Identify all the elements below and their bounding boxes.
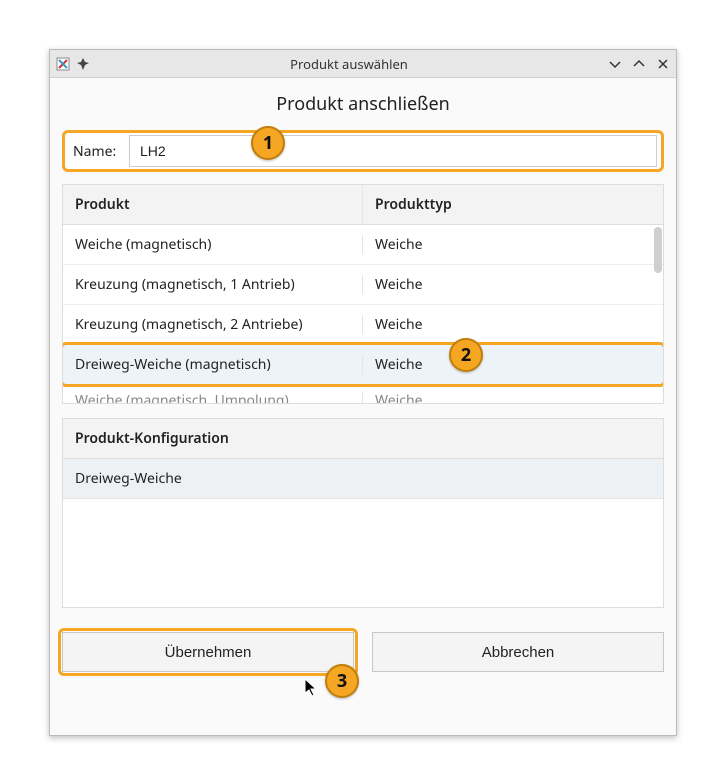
cell-product: Weiche (magnetisch) [63, 235, 363, 254]
close-icon[interactable] [656, 57, 670, 71]
minimize-icon[interactable] [608, 57, 622, 71]
cell-type: Weiche [363, 391, 663, 404]
config-header: Produkt-Konfiguration [63, 419, 663, 459]
name-input[interactable] [129, 135, 657, 167]
callout-1: 1 [251, 126, 285, 160]
mouse-cursor-icon [304, 678, 320, 698]
callout-3: 3 [325, 664, 359, 698]
cell-product: Kreuzung (magnetisch, 2 Antriebe) [63, 315, 363, 334]
header-type[interactable]: Produkttyp [363, 185, 663, 224]
table-row[interactable]: Kreuzung (magnetisch, 1 Antrieb) Weiche [63, 265, 663, 305]
table-row-selected[interactable]: Dreiweg-Weiche (magnetisch) Weiche [63, 345, 663, 385]
table-row[interactable]: Kreuzung (magnetisch, 2 Antriebe) Weiche [63, 305, 663, 345]
app-icon [56, 57, 70, 71]
dialog-button-row: Übernehmen Abbrechen [62, 632, 664, 672]
dialog-heading: Produkt anschließen [50, 78, 676, 126]
cell-type: Weiche [363, 235, 663, 254]
scrollbar-thumb[interactable] [654, 227, 662, 273]
cell-type: Weiche [363, 355, 663, 374]
cell-product: Dreiweg-Weiche (magnetisch) [63, 355, 363, 374]
maximize-icon[interactable] [632, 57, 646, 71]
config-value: Dreiweg-Weiche [75, 469, 182, 488]
product-table-header: Produkt Produkttyp [63, 185, 663, 225]
cell-type: Weiche [363, 315, 663, 334]
header-product[interactable]: Produkt [63, 185, 363, 224]
cell-product: Kreuzung (magnetisch, 1 Antrieb) [63, 275, 363, 294]
titlebar: Produkt auswählen [50, 50, 676, 78]
dialog-window: Produkt auswählen Produkt anschließen Na… [49, 49, 677, 736]
name-field-row: Name: [62, 130, 664, 172]
config-panel: Produkt-Konfiguration Dreiweg-Weiche [62, 418, 664, 608]
cell-product: Weiche (magnetisch, Umpolung) [63, 391, 363, 404]
product-table: Produkt Produkttyp Weiche (magnetisch) W… [62, 184, 664, 404]
config-value-row[interactable]: Dreiweg-Weiche [63, 459, 663, 499]
name-label: Name: [69, 136, 129, 167]
table-row[interactable]: Weiche (magnetisch) Weiche [63, 225, 663, 265]
cell-type: Weiche [363, 275, 663, 294]
table-row[interactable]: Weiche (magnetisch, Umpolung) Weiche [63, 385, 663, 403]
callout-2: 2 [449, 338, 483, 372]
window-title: Produkt auswählen [90, 55, 608, 73]
cancel-button[interactable]: Abbrechen [372, 632, 664, 672]
pin-icon[interactable] [76, 57, 90, 71]
product-table-body: Weiche (magnetisch) Weiche Kreuzung (mag… [63, 225, 663, 403]
apply-button[interactable]: Übernehmen [62, 632, 354, 672]
